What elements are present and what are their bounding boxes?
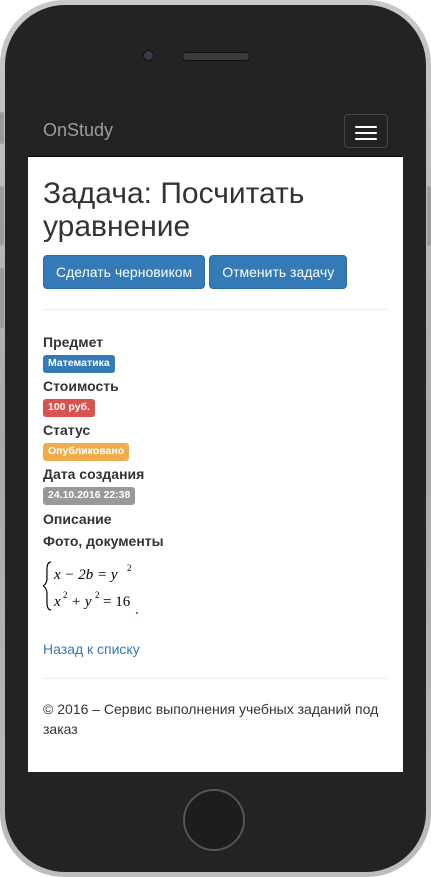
attachment-equation-image[interactable]: x − 2b = y 2 x 2 + y 2 = 16 — [41, 556, 143, 616]
back-to-list-link[interactable]: Назад к списку — [43, 641, 388, 657]
attachments-label: Фото, документы — [43, 533, 164, 549]
created-date-badge: 24.10.2016 22:38 — [43, 487, 136, 505]
cancel-task-button[interactable]: Отменить задачу — [209, 255, 348, 289]
menu-toggle-button[interactable] — [344, 114, 388, 148]
page-title: Задача: Посчитать уравнение — [43, 177, 305, 243]
phone-frame: OnStudy Задача: Посчитать уравнение Сдел… — [0, 0, 431, 877]
subject-badge: Математика — [43, 355, 115, 373]
phone-volume-down — [0, 268, 4, 328]
svg-text:2: 2 — [95, 590, 100, 600]
home-button[interactable] — [183, 789, 245, 851]
screen: OnStudy Задача: Посчитать уравнение Сдел… — [28, 106, 403, 772]
camera-icon — [143, 50, 154, 61]
footer-text: © 2016 – Сервис выполнения учебных задан… — [43, 701, 379, 737]
created-date-label: Дата создания — [43, 466, 145, 482]
svg-text:+ y: + y — [71, 594, 92, 610]
brand-link[interactable]: OnStudy — [43, 120, 113, 141]
phone-power-button — [427, 186, 431, 246]
cost-badge: 100 руб. — [43, 399, 95, 417]
phone-volume-up — [0, 186, 4, 246]
description-label: Описание — [43, 511, 112, 527]
navbar: OnStudy — [28, 106, 403, 157]
task-details: Предмет Математика Стоимость 100 руб. Ст… — [43, 332, 388, 551]
cost-label: Стоимость — [43, 378, 119, 394]
make-draft-button[interactable]: Сделать черновиком — [43, 255, 206, 289]
svg-text:x − 2b = y: x − 2b = y — [53, 567, 118, 583]
main-content: Задача: Посчитать уравнение Сделать черн… — [28, 177, 403, 739]
phone-mute-switch — [0, 112, 4, 144]
svg-text:x: x — [53, 594, 61, 610]
speaker-grille — [182, 52, 250, 61]
task-actions: Сделать черновиком Отменить задачу — [43, 255, 388, 289]
status-badge: Опубликовано — [43, 443, 130, 461]
svg-text:2: 2 — [63, 590, 68, 600]
status-label: Статус — [43, 422, 91, 438]
svg-text:2: 2 — [127, 563, 132, 573]
divider — [43, 309, 388, 310]
svg-text:= 16: = 16 — [103, 594, 131, 610]
footer-divider — [43, 678, 388, 679]
subject-label: Предмет — [43, 334, 104, 350]
